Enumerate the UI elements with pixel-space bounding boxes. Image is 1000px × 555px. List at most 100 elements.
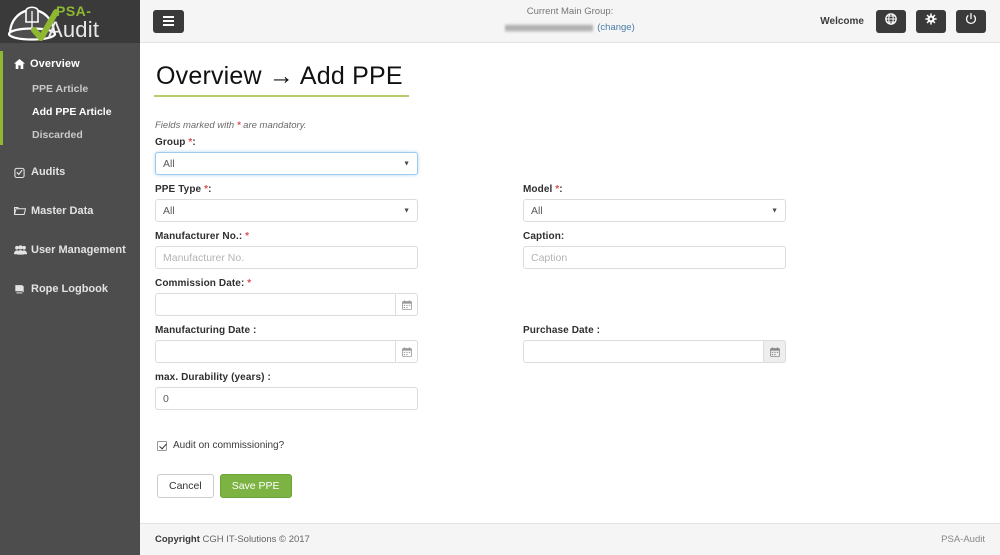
book-icon (14, 284, 31, 294)
form-row-commission-date: Commission Date: * (155, 278, 915, 325)
field-caption-input[interactable]: Caption (523, 246, 786, 269)
field-manufacturing-date-label: Manufacturing Date : (155, 325, 505, 336)
app-logo[interactable]: PSA- Audit (0, 0, 140, 43)
logo-icon: PSA- Audit (7, 3, 99, 42)
audit-on-commissioning-label: Audit on commissioning? (173, 440, 285, 451)
field-manufacturing-date-picker-button[interactable] (395, 340, 418, 363)
sidebar-item-master-data-label: Master Data (31, 205, 94, 217)
field-durability-label-text: max. Durability (years) : (155, 372, 271, 383)
field-purchase-date-wrap (523, 340, 786, 363)
form-col-left: Manufacturer No.: * Manufacturer No. (155, 231, 505, 278)
field-group-label-text: Group (155, 137, 189, 148)
field-ppe-type-label: PPE Type *: (155, 184, 505, 195)
sidebar-item-user-management[interactable]: User Management (0, 237, 140, 263)
power-icon (965, 12, 977, 30)
field-model-label-suffix: : (559, 184, 563, 195)
field-ppe-type-label-text: PPE Type (155, 184, 205, 195)
welcome-label: Welcome (820, 15, 864, 27)
field-commission-date: Commission Date: * (155, 278, 505, 316)
field-group-select[interactable]: All ▼ (155, 152, 418, 175)
form-col-left: max. Durability (years) : 0 (155, 372, 505, 419)
field-ppe-type-label-suffix: : (208, 184, 212, 195)
sidebar-item-rope-logbook-label: Rope Logbook (31, 283, 108, 295)
calendar-icon (401, 299, 412, 310)
gear-icon (925, 12, 937, 30)
form-col-right: Model *: All ▼ (523, 184, 873, 231)
sidebar-item-overview[interactable]: Overview (0, 51, 140, 77)
field-manufacturing-date-input[interactable] (155, 340, 395, 363)
field-commission-date-label: Commission Date: * (155, 278, 505, 289)
main-area: Current Main Group: (change) Welcome Ove… (140, 0, 1000, 555)
sidebar-item-master-data[interactable]: Master Data (0, 198, 140, 224)
field-manufacturer-no: Manufacturer No.: * Manufacturer No. (155, 231, 505, 269)
sidebar-item-ppe-article[interactable]: PPE Article (0, 77, 140, 100)
footer: Copyright CGH IT-Solutions © 2017 PSA-Au… (140, 523, 1000, 555)
clipboard-check-icon (14, 167, 31, 178)
change-group-link[interactable]: (change) (597, 22, 635, 33)
sidebar-item-discarded[interactable]: Discarded (0, 123, 140, 146)
field-group-label: Group *: (155, 137, 505, 148)
calendar-icon (401, 346, 412, 357)
audit-on-commissioning-checkbox[interactable] (157, 440, 167, 451)
field-durability-input[interactable]: 0 (155, 387, 418, 410)
field-caption-placeholder: Caption (531, 251, 568, 264)
top-bar: Current Main Group: (change) Welcome (140, 0, 1000, 43)
field-commission-date-label-text: Commission Date: (155, 278, 248, 289)
footer-app-name: PSA-Audit (941, 534, 985, 545)
language-button[interactable] (876, 9, 906, 33)
field-purchase-date-picker-button[interactable] (763, 340, 786, 363)
sidebar-overview-section: Overview PPE Article Add PPE Article Dis… (0, 51, 140, 146)
sidebar-active-accent (0, 51, 3, 145)
field-manufacturer-no-label-text: Manufacturer No.: (155, 231, 246, 242)
sidebar-item-add-ppe-article[interactable]: Add PPE Article (0, 100, 140, 123)
home-icon (14, 59, 30, 69)
sidebar-item-overview-label: Overview (30, 58, 80, 70)
field-commission-date-input[interactable] (155, 293, 395, 316)
field-commission-date-wrap (155, 293, 418, 316)
field-manufacturer-no-placeholder: Manufacturer No. (163, 251, 245, 264)
field-manufacturer-no-input[interactable]: Manufacturer No. (155, 246, 418, 269)
field-ppe-type: PPE Type *: All ▼ (155, 184, 505, 222)
form-col-left: Commission Date: * (155, 278, 505, 325)
field-manufacturing-date-wrap (155, 340, 418, 363)
field-model-label: Model *: (523, 184, 873, 195)
add-ppe-form: Group *: All ▼ PPE Type *: All ▼ Model *… (155, 137, 915, 498)
save-ppe-button[interactable]: Save PPE (219, 474, 292, 498)
chevron-down-icon: ▼ (403, 160, 410, 167)
field-group-label-suffix: : (192, 137, 196, 148)
settings-button[interactable] (916, 9, 946, 33)
form-col-right-empty (523, 278, 873, 325)
cancel-button[interactable]: Cancel (157, 474, 214, 498)
hamburger-icon-bar (163, 24, 174, 26)
field-purchase-date-label-text: Purchase Date : (523, 325, 601, 336)
field-durability: max. Durability (years) : 0 (155, 372, 505, 410)
form-col-right-empty (523, 372, 873, 419)
chevron-down-icon: ▼ (771, 207, 778, 214)
globe-icon (885, 12, 897, 30)
form-row-group: Group *: All ▼ (155, 137, 915, 184)
field-group: Group *: All ▼ (155, 137, 505, 175)
field-purchase-date-label: Purchase Date : (523, 325, 873, 336)
sidebar-item-rope-logbook[interactable]: Rope Logbook (0, 276, 140, 302)
sidebar: PSA- Audit Overview PPE Article Add PPE … (0, 0, 140, 555)
field-commission-date-required: * (247, 278, 252, 289)
field-commission-date-picker-button[interactable] (395, 293, 418, 316)
field-model: Model *: All ▼ (523, 184, 873, 222)
sidebar-toggle-button[interactable] (153, 9, 184, 33)
logout-button[interactable] (956, 9, 986, 33)
form-col-left: Manufacturing Date : (155, 325, 505, 372)
field-durability-value: 0 (163, 392, 169, 405)
field-model-select[interactable]: All ▼ (523, 199, 786, 222)
field-ppe-type-select[interactable]: All ▼ (155, 199, 418, 222)
form-row-durability: max. Durability (years) : 0 (155, 372, 915, 419)
current-main-group-value-redacted (505, 24, 594, 32)
mandatory-fields-note: Fields marked with * are mandatory. (155, 120, 1000, 131)
field-caption-label: Caption: (523, 231, 873, 242)
field-purchase-date-input[interactable] (523, 340, 763, 363)
form-row-type-model: PPE Type *: All ▼ Model *: All ▼ (155, 184, 915, 231)
field-manufacturer-no-required: * (245, 231, 250, 242)
mandatory-note-pre: Fields marked with (155, 120, 237, 131)
form-col-right: Caption: Caption (523, 231, 873, 278)
sidebar-item-audits[interactable]: Audits (0, 159, 140, 185)
page-title-wrapper: Overview → Add PPE (154, 61, 409, 97)
